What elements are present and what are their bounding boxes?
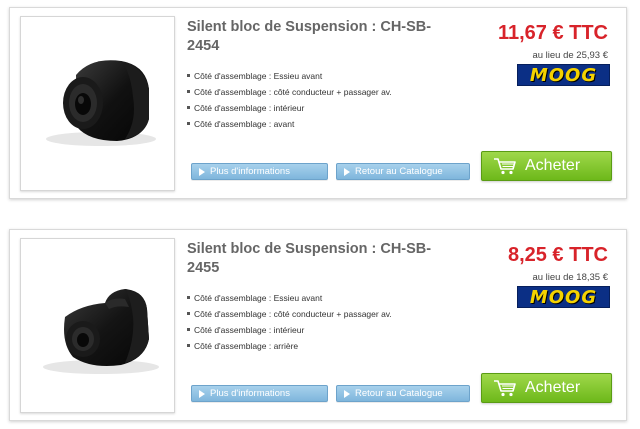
back-to-catalog-button[interactable]: Retour au Catalogue xyxy=(336,163,470,180)
old-price: au lieu de 18,35 € xyxy=(532,272,608,283)
feature-text: Côté d'assemblage : avant xyxy=(194,119,295,129)
brand-logo: MOOG xyxy=(517,286,610,308)
bullet-icon xyxy=(187,106,190,110)
product-title[interactable]: Silent bloc de Suspension : CH-SB-2454 xyxy=(187,18,457,56)
product-image[interactable] xyxy=(20,16,175,191)
bullet-icon xyxy=(187,296,190,300)
feature-text: Côté d'assemblage : côté conducteur + pa… xyxy=(194,309,392,319)
feature-text: Côté d'assemblage : Essieu avant xyxy=(194,293,323,303)
bullet-icon xyxy=(187,90,190,94)
feature-item: Côté d'assemblage : Essieu avant xyxy=(187,290,392,306)
feature-item: Côté d'assemblage : Essieu avant xyxy=(187,68,392,84)
feature-item: Côté d'assemblage : arrière xyxy=(187,338,392,354)
bullet-icon xyxy=(187,122,190,126)
back-to-catalog-label: Retour au Catalogue xyxy=(355,166,443,177)
play-arrow-icon xyxy=(199,168,205,176)
feature-list: Côté d'assemblage : Essieu avant Côté d'… xyxy=(187,68,392,132)
buy-button[interactable]: Acheter xyxy=(481,373,612,403)
product-image[interactable] xyxy=(20,238,175,413)
buy-label: Acheter xyxy=(525,157,581,174)
bullet-icon xyxy=(187,344,190,348)
play-arrow-icon xyxy=(344,168,350,176)
brand-logo: MOOG xyxy=(517,64,610,86)
feature-text: Côté d'assemblage : côté conducteur + pa… xyxy=(194,87,392,97)
feature-text: Côté d'assemblage : arrière xyxy=(194,341,299,351)
feature-item: Côté d'assemblage : côté conducteur + pa… xyxy=(187,84,392,100)
brand-name: MOOG xyxy=(529,64,598,86)
feature-item: Côté d'assemblage : intérieur xyxy=(187,322,392,338)
shopping-cart-icon xyxy=(494,158,516,175)
bushing-image xyxy=(46,60,156,146)
bullet-icon xyxy=(187,312,190,316)
more-info-label: Plus d'informations xyxy=(210,166,290,177)
old-price: au lieu de 25,93 € xyxy=(532,50,608,61)
feature-list: Côté d'assemblage : Essieu avant Côté d'… xyxy=(187,290,392,354)
product-card: Silent bloc de Suspension : CH-SB-2455 C… xyxy=(9,229,627,421)
more-info-button[interactable]: Plus d'informations xyxy=(191,385,328,402)
back-to-catalog-label: Retour au Catalogue xyxy=(355,388,443,399)
brand-name: MOOG xyxy=(529,286,598,308)
feature-item: Côté d'assemblage : avant xyxy=(187,116,392,132)
back-to-catalog-button[interactable]: Retour au Catalogue xyxy=(336,385,470,402)
product-title[interactable]: Silent bloc de Suspension : CH-SB-2455 xyxy=(187,240,457,278)
feature-text: Côté d'assemblage : intérieur xyxy=(194,103,305,113)
bushing-image xyxy=(43,289,159,374)
feature-item: Côté d'assemblage : côté conducteur + pa… xyxy=(187,306,392,322)
price: 8,25 € TTC xyxy=(507,244,608,266)
more-info-label: Plus d'informations xyxy=(210,388,290,399)
bullet-icon xyxy=(187,328,190,332)
more-info-button[interactable]: Plus d'informations xyxy=(191,163,328,180)
buy-button[interactable]: Acheter xyxy=(481,151,612,181)
shopping-cart-icon xyxy=(494,380,516,397)
price: 11,67 € TTC xyxy=(497,22,608,44)
buy-label: Acheter xyxy=(525,379,581,396)
play-arrow-icon xyxy=(199,390,205,398)
bullet-icon xyxy=(187,74,190,78)
feature-text: Côté d'assemblage : intérieur xyxy=(194,325,305,335)
feature-text: Côté d'assemblage : Essieu avant xyxy=(194,71,323,81)
play-arrow-icon xyxy=(344,390,350,398)
feature-item: Côté d'assemblage : intérieur xyxy=(187,100,392,116)
product-card: Silent bloc de Suspension : CH-SB-2454 C… xyxy=(9,7,627,199)
